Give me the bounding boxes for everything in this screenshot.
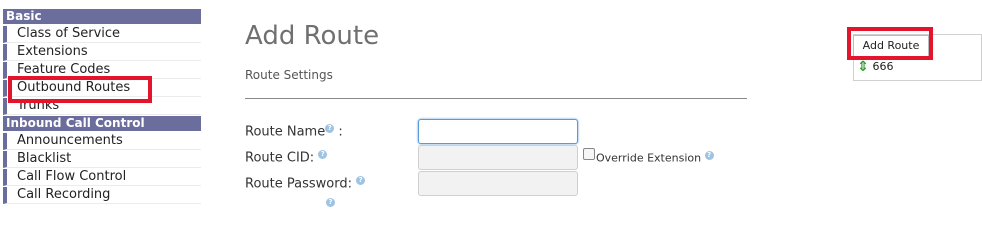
help-icon[interactable]: ? bbox=[704, 151, 714, 160]
override-extension-text: Override Extension bbox=[596, 151, 702, 165]
route-name[interactable]: 666 bbox=[873, 60, 894, 73]
route-name-label: Route Name? : bbox=[245, 124, 343, 140]
route-cid-input[interactable] bbox=[418, 145, 578, 170]
help-icon[interactable]: ? bbox=[318, 150, 328, 159]
category-header-inbound-call-control: Inbound Call Control bbox=[3, 116, 201, 131]
category-header-basic: Basic bbox=[3, 9, 201, 24]
section-route-settings: Route Settings bbox=[245, 68, 333, 82]
route-cid-label-text: Route CID: bbox=[245, 150, 315, 166]
route-cid-label: Route CID: ? bbox=[245, 150, 328, 166]
route-name-label-text: Route Name bbox=[245, 124, 326, 140]
help-icon-partial: ? bbox=[326, 195, 335, 214]
sidebar-item-announcements[interactable]: Announcements bbox=[3, 133, 201, 150]
sidebar-item-outbound-routes[interactable]: Outbound Routes bbox=[3, 80, 201, 97]
override-extension-label: Override Extension ? bbox=[596, 151, 714, 165]
sidebar-item-feature-codes[interactable]: Feature Codes bbox=[3, 62, 201, 79]
section-divider bbox=[245, 98, 747, 99]
help-icon[interactable]: ? bbox=[325, 124, 335, 133]
override-extension-checkbox[interactable] bbox=[583, 148, 595, 160]
add-route-button[interactable]: Add Route bbox=[853, 35, 929, 57]
sidebar-item-class-of-service[interactable]: Class of Service bbox=[3, 26, 201, 43]
help-icon[interactable]: ? bbox=[326, 197, 335, 207]
route-password-label: Route Password: ? bbox=[245, 176, 366, 192]
page-title: Add Route bbox=[245, 21, 380, 51]
sidebar: Basic Class of Service Extensions Featur… bbox=[3, 0, 201, 204]
route-password-label-text: Route Password: bbox=[245, 176, 352, 192]
route-password-input[interactable] bbox=[418, 171, 578, 196]
sidebar-item-trunks[interactable]: Trunks bbox=[3, 98, 201, 115]
route-name-input[interactable] bbox=[418, 119, 578, 144]
up-down-arrow-icon[interactable]: ⇕ bbox=[857, 60, 869, 74]
sidebar-item-call-flow-control[interactable]: Call Flow Control bbox=[3, 169, 201, 186]
help-icon[interactable]: ? bbox=[356, 176, 366, 185]
sidebar-item-extensions[interactable]: Extensions bbox=[3, 44, 201, 61]
sidebar-item-call-recording[interactable]: Call Recording bbox=[3, 187, 201, 204]
route-list-item[interactable]: ⇕ 666 bbox=[857, 60, 894, 76]
sidebar-item-blacklist[interactable]: Blacklist bbox=[3, 151, 201, 168]
